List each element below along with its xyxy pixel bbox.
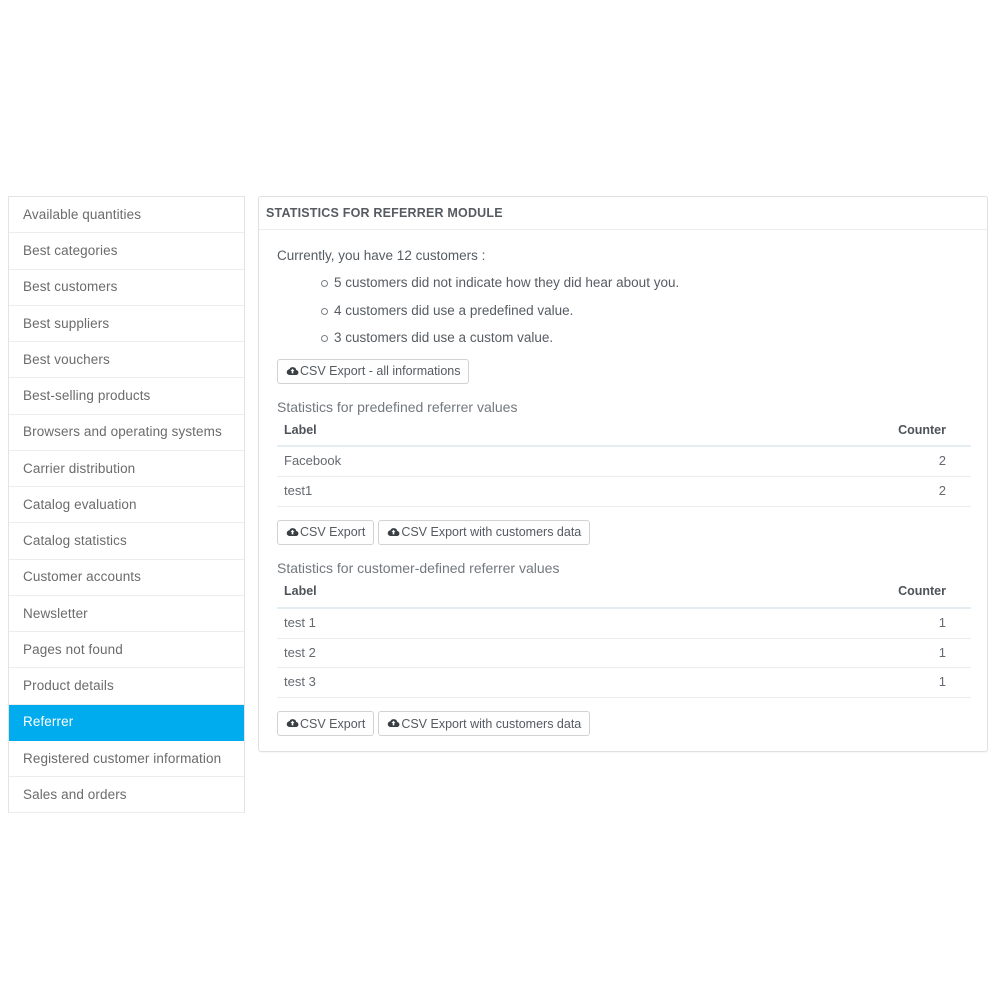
table-header-row: Label Counter <box>277 585 971 609</box>
sidebar-item-best-categories[interactable]: Best categories <box>9 233 244 270</box>
sidebar-item-pages-not-found[interactable]: Pages not found <box>9 632 244 669</box>
cloud-upload-icon <box>286 717 300 730</box>
sidebar-item-label: Referrer <box>23 714 74 730</box>
statistics-sidebar: Available quantities Best categories Best … <box>8 196 245 813</box>
cell-counter: 1 <box>818 607 971 639</box>
sidebar-item-label: Best categories <box>23 243 118 259</box>
predefined-section-heading: Statistics for predefined referrer value… <box>277 398 518 415</box>
sidebar-item-carrier-distribution[interactable]: Carrier distribution <box>9 451 244 487</box>
sidebar-item-registered-customer-information[interactable]: Registered customer information <box>9 741 244 777</box>
cell-label: Facebook <box>277 446 819 478</box>
sidebar-item-label: Newsletter <box>23 605 88 621</box>
column-header-label: Label <box>277 585 819 609</box>
sidebar-item-label: Best vouchers <box>23 351 110 367</box>
sidebar-item-sales-and-orders[interactable]: Sales and orders <box>9 777 244 813</box>
predefined-csv-export-customers-button[interactable]: CSV Export with customers data <box>378 520 591 546</box>
cell-label: test 1 <box>277 607 819 639</box>
export-all-button-row: CSV Export - all informations <box>277 358 969 384</box>
sidebar-item-available-quantities[interactable]: Available quantities <box>9 197 244 234</box>
customers-summary-text: Currently, you have 12 customers : <box>277 248 486 263</box>
table-row: test 2 1 <box>277 638 971 669</box>
sidebar-item-browsers-and-operating-systems[interactable]: Browsers and operating systems <box>9 415 244 451</box>
csv-export-all-label: CSV Export - all informations <box>300 363 461 378</box>
sidebar-item-referrer[interactable]: Referrer <box>9 704 244 741</box>
table-row: Facebook 2 <box>277 446 971 478</box>
sidebar-item-label: Carrier distribution <box>23 460 136 476</box>
cell-label: test 2 <box>277 638 819 669</box>
sidebar-item-label: Customer accounts <box>23 569 141 585</box>
custom-export-button-row: CSV Export CSV Export with customers dat… <box>277 711 969 737</box>
cell-counter: 2 <box>818 446 971 478</box>
sidebar-item-label: Pages not found <box>23 641 123 657</box>
sidebar-item-label: Browsers and operating systems <box>23 424 222 440</box>
custom-section-heading: Statistics for customer-defined referrer… <box>277 560 560 577</box>
list-item: 3 customers did use a custom value. <box>321 331 969 345</box>
cloud-upload-icon <box>387 526 401 539</box>
predefined-csv-export-customers-label: CSV Export with customers data <box>401 525 582 540</box>
sidebar-item-label: Catalog evaluation <box>23 496 137 512</box>
page-root: Available quantities Best categories Best … <box>0 0 1000 1000</box>
panel-header: STATISTICS FOR REFERRER MODULE <box>259 197 987 230</box>
custom-csv-export-label: CSV Export <box>300 716 366 731</box>
column-header-counter: Counter <box>818 424 971 448</box>
predefined-export-button-row: CSV Export CSV Export with customers dat… <box>277 520 969 546</box>
customers-breakdown-list: 5 customers did not indicate how they di… <box>277 276 969 345</box>
sidebar-item-label: Best customers <box>23 279 118 295</box>
cloud-upload-icon <box>286 365 300 378</box>
page-title: STATISTICS FOR REFERRER MODULE <box>266 205 503 220</box>
custom-csv-export-button[interactable]: CSV Export <box>277 711 375 737</box>
panel-body: Currently, you have 12 customers : 5 cus… <box>259 230 987 737</box>
predefined-csv-export-label: CSV Export <box>300 525 366 540</box>
sidebar-item-label: Available quantities <box>23 206 142 222</box>
table-row: test 3 1 <box>277 667 971 699</box>
table-row: test 1 1 <box>277 607 971 639</box>
cell-counter: 2 <box>818 476 971 508</box>
custom-referrer-table: Label Counter test 1 1 test 2 1 test 3 1 <box>277 585 971 699</box>
sidebar-item-catalog-statistics[interactable]: Catalog statistics <box>9 523 244 560</box>
csv-export-all-button[interactable]: CSV Export - all informations <box>277 358 470 384</box>
sidebar-item-label: Product details <box>23 678 114 694</box>
sidebar-item-label: Sales and orders <box>23 786 127 802</box>
column-header-label: Label <box>277 424 819 448</box>
cell-label: test1 <box>277 476 819 508</box>
sidebar-item-best-suppliers[interactable]: Best suppliers <box>9 306 244 342</box>
sidebar-item-label: Best-selling products <box>23 388 151 404</box>
predefined-referrer-table: Label Counter Facebook 2 test1 2 <box>277 424 971 508</box>
list-item: 4 customers did use a predefined value. <box>321 304 969 318</box>
predefined-csv-export-button[interactable]: CSV Export <box>277 520 375 546</box>
sidebar-item-best-customers[interactable]: Best customers <box>9 270 244 306</box>
list-item: 5 customers did not indicate how they di… <box>321 276 969 290</box>
sidebar-item-best-vouchers[interactable]: Best vouchers <box>9 342 244 379</box>
custom-csv-export-customers-button[interactable]: CSV Export with customers data <box>378 711 591 737</box>
cell-counter: 1 <box>818 667 971 699</box>
statistics-panel: STATISTICS FOR REFERRER MODULE Currently… <box>258 196 988 752</box>
table-row: test1 2 <box>277 476 971 508</box>
cell-label: test 3 <box>277 667 819 699</box>
table-header-row: Label Counter <box>277 424 971 448</box>
sidebar-item-label: Registered customer information <box>23 750 222 766</box>
cloud-upload-icon <box>387 717 401 730</box>
cloud-upload-icon <box>286 526 300 539</box>
cell-counter: 1 <box>818 638 971 669</box>
sidebar-item-catalog-evaluation[interactable]: Catalog evaluation <box>9 487 244 524</box>
sidebar-item-label: Best suppliers <box>23 315 110 331</box>
sidebar-item-label: Catalog statistics <box>23 533 127 549</box>
sidebar-item-best-selling-products[interactable]: Best-selling products <box>9 378 244 415</box>
column-header-counter: Counter <box>818 585 971 609</box>
sidebar-item-product-details[interactable]: Product details <box>9 668 244 705</box>
sidebar-item-newsletter[interactable]: Newsletter <box>9 596 244 632</box>
sidebar-item-customer-accounts[interactable]: Customer accounts <box>9 560 244 596</box>
custom-csv-export-customers-label: CSV Export with customers data <box>401 716 582 731</box>
